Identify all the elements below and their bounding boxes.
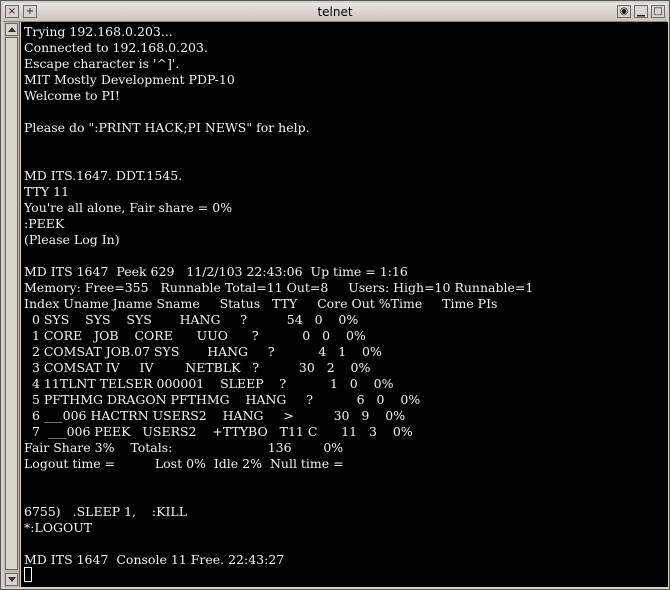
terminal-line: TTY 11 — [24, 184, 70, 199]
terminal-line: 3 COMSAT IV IV NETBLK ? 30 2 0% — [24, 360, 371, 375]
terminal-line: 0 SYS SYS SYS HANG ? 54 0 0% — [24, 312, 359, 327]
scroll-up-arrow-icon[interactable] — [5, 23, 18, 36]
telnet-window: × + telnet ◉ ▁ □ Trying 192.168.0.203...… — [0, 0, 670, 590]
terminal-line: Escape character is '^]'. — [24, 56, 180, 71]
terminal-line: MIT Mostly Development PDP-10 — [24, 72, 235, 87]
terminal-line: (Please Log In) — [24, 232, 120, 247]
terminal-line: MD ITS 1647 Console 11 Free. 22:43:27 — [24, 552, 285, 567]
terminal-line: *:LOGOUT — [24, 520, 93, 535]
maximize-icon[interactable]: □ — [651, 5, 665, 18]
terminal-line: Please do ":PRINT HACK;PI NEWS" for help… — [24, 120, 310, 135]
terminal-line: 2 COMSAT JOB.07 SYS HANG ? 4 1 0% — [24, 344, 382, 359]
terminal-line: Connected to 192.168.0.203. — [24, 40, 208, 55]
terminal-line: 1 CORE JOB CORE UUO ? 0 0 0% — [24, 328, 366, 343]
terminal-line: 5 PFTHMG DRAGON PFTHMG HANG ? 6 0 0% — [24, 392, 421, 407]
vertical-scrollbar[interactable] — [4, 22, 20, 587]
terminal-line: MD ITS.1647. DDT.1545. — [24, 168, 183, 183]
terminal-line: Welcome to PI! — [24, 88, 120, 103]
eye-icon[interactable]: ◉ — [617, 5, 631, 18]
title-bar[interactable]: × + telnet ◉ ▁ □ — [3, 3, 667, 22]
scrollbar-thumb[interactable] — [5, 37, 18, 570]
terminal-line: Fair Share 3% Totals: 136 0% — [24, 440, 344, 455]
terminal-line: Logout time = Lost 0% Idle 2% Null time … — [24, 456, 344, 471]
terminal-line: 4 11TLNT TELSER 000001 SLEEP ? 1 0 0% — [24, 376, 394, 391]
terminal-line: You're all alone, Fair share = 0% — [24, 200, 233, 215]
window-title: telnet — [317, 5, 353, 19]
terminal-line: Trying 192.168.0.203... — [24, 24, 173, 39]
terminal-output[interactable]: Trying 192.168.0.203... Connected to 192.… — [21, 22, 668, 587]
terminal-line: Index Uname Jname Sname Status TTY Core … — [24, 296, 498, 311]
text-cursor — [24, 567, 32, 582]
terminal-line: :PEEK — [24, 216, 65, 231]
terminal-line: 6755) .SLEEP 1, :KILL — [24, 504, 187, 519]
terminal-line: Memory: Free=355 Runnable Total=11 Out=8… — [24, 280, 534, 295]
minimize-icon[interactable]: ▁ — [634, 5, 648, 18]
terminal-line: 7 ___006 PEEK USERS2 +TTYBO T11 C 11 3 0… — [24, 424, 413, 439]
terminal-line: 6 ___006 HACTRN USERS2 HANG > 30 9 0% — [24, 408, 406, 423]
terminal-line: MD ITS 1647 Peek 629 11/2/103 22:43:06 U… — [24, 264, 408, 279]
scroll-down-arrow-icon[interactable] — [5, 573, 18, 586]
